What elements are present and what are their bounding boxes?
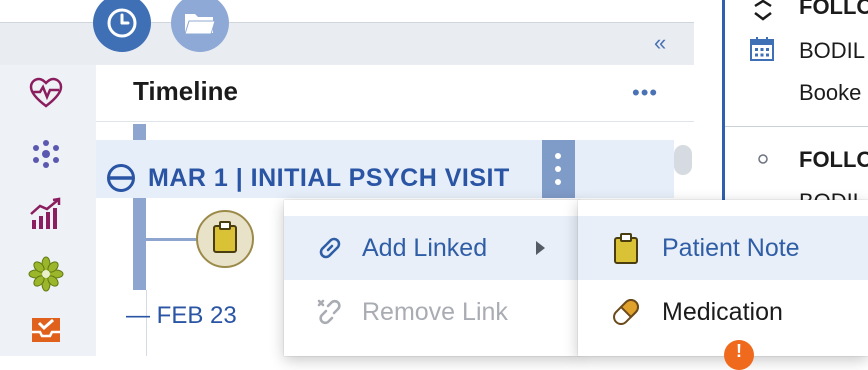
context-menu: Add Linked Remove Link (284, 200, 580, 356)
divider (725, 126, 868, 127)
heartbeat-icon[interactable] (28, 76, 64, 112)
pill-icon (613, 299, 639, 325)
item-title[interactable]: FOLLO (799, 0, 868, 20)
calendar-icon (750, 37, 774, 61)
patient-note-node[interactable] (196, 210, 254, 268)
kebab-dot (555, 179, 561, 185)
menu-item-patient-note[interactable]: Patient Note (578, 216, 868, 280)
flower-icon[interactable] (28, 256, 64, 292)
kebab-dot (555, 153, 561, 159)
menu-item-add-linked[interactable]: Add Linked (284, 216, 580, 280)
scrollbar-thumb[interactable] (674, 145, 692, 175)
clipboard-icon (614, 233, 638, 264)
menu-item-label: Medication (662, 297, 783, 326)
submenu-arrow-icon (536, 241, 545, 255)
sort-chevrons-icon[interactable] (752, 0, 774, 24)
menu-item-medication[interactable]: Medication (578, 280, 868, 344)
divider (96, 121, 694, 122)
bullet-icon (758, 154, 768, 164)
date-text: FEB 23 (156, 302, 237, 329)
kebab-dot (555, 166, 561, 172)
inbox-tray-icon[interactable] (28, 312, 64, 348)
menu-item-label: Remove Link (362, 297, 508, 326)
item-title[interactable]: FOLLO (799, 147, 868, 173)
trending-chart-icon[interactable] (28, 196, 64, 232)
date-label[interactable]: — FEB 23 (126, 302, 237, 330)
clock-icon (107, 8, 137, 38)
clipboard-icon (213, 221, 237, 253)
link-icon (319, 237, 341, 259)
panel-title: Timeline (133, 76, 239, 106)
collapse-panel-icon[interactable]: « (654, 32, 666, 54)
visit-menu-button[interactable] (542, 140, 575, 198)
submenu: Patient Note Medication (578, 200, 868, 356)
alert-badge: ! (724, 340, 754, 370)
collapse-circle-icon[interactable] (106, 163, 136, 193)
more-options-icon[interactable]: ••• (632, 82, 658, 104)
item-subtitle: BODIL (799, 38, 866, 63)
menu-item-label: Patient Note (662, 233, 800, 262)
dots-cluster-icon[interactable] (28, 136, 64, 172)
menu-item-label: Add Linked (362, 233, 488, 262)
folder-icon (184, 14, 216, 35)
timeline-branch (146, 238, 198, 241)
timeline-track (133, 198, 146, 290)
visit-title[interactable]: MAR 1 | INITIAL PSYCH VISIT (148, 164, 510, 193)
timeline-track (133, 124, 146, 140)
menu-item-remove-link[interactable]: Remove Link (284, 280, 580, 344)
unlink-icon (317, 299, 341, 325)
item-status: Booke (799, 80, 862, 105)
